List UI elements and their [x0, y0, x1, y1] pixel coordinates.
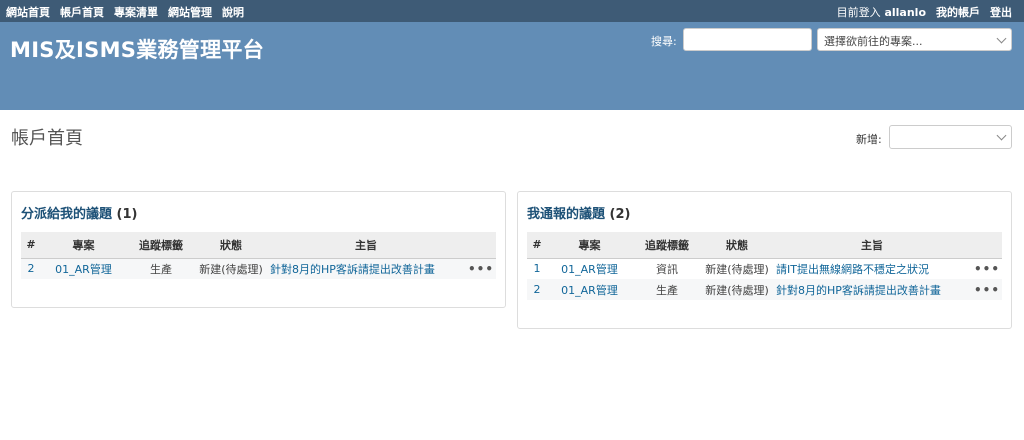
assigned-issues-table: # 專案 追蹤標籤 狀態 主旨 2 01_AR管理 生產 新建(待處理) 針對8…: [21, 232, 496, 279]
more-actions-icon[interactable]: •••: [972, 279, 1002, 300]
new-object-select[interactable]: [889, 125, 1012, 149]
reported-issues-box: 我通報的議題 (2) # 專案 追蹤標籤 狀態 主旨 1 01_AR管理 資訊 …: [517, 191, 1012, 329]
issue-status: 新建(待處理): [702, 279, 772, 300]
more-actions-icon[interactable]: •••: [466, 258, 496, 279]
issue-project[interactable]: 01_AR管理: [41, 258, 126, 279]
table-row: 1 01_AR管理 資訊 新建(待處理) 請IT提出無線網路不穩定之狀況 •••: [527, 258, 1002, 279]
menu-projects[interactable]: 專案清單: [114, 4, 158, 20]
col-header-id[interactable]: #: [527, 232, 547, 259]
issue-project[interactable]: 01_AR管理: [547, 279, 632, 300]
more-actions-icon[interactable]: •••: [972, 258, 1002, 279]
col-header-status[interactable]: 狀態: [196, 232, 266, 259]
issue-tracker: 生產: [632, 279, 702, 300]
issue-id[interactable]: 1: [527, 258, 547, 279]
col-header-id[interactable]: #: [21, 232, 41, 259]
logged-in-label: 目前登入: [836, 6, 881, 19]
project-jump-select[interactable]: 選擇欲前往的專案...: [817, 28, 1012, 51]
app-title: MIS及ISMS業務管理平台: [10, 38, 264, 62]
chevron-down-icon: [996, 33, 1007, 44]
col-header-actions: [466, 232, 496, 259]
header: MIS及ISMS業務管理平台 搜尋: 選擇欲前往的專案...: [0, 22, 1024, 110]
reported-issues-title[interactable]: 我通報的議題 (2): [527, 203, 630, 222]
page-title: 帳戶首頁: [11, 128, 83, 149]
assigned-issues-title-text[interactable]: 分派給我的議題: [21, 207, 112, 222]
col-header-subject[interactable]: 主旨: [772, 232, 972, 259]
issue-project[interactable]: 01_AR管理: [547, 258, 632, 279]
menu-my-page[interactable]: 帳戶首頁: [60, 4, 104, 20]
chevron-down-icon: [996, 130, 1007, 141]
logged-in-user[interactable]: allanlo: [884, 6, 926, 19]
top-menu-left: 網站首頁 帳戶首頁 專案清單 網站管理 說明: [6, 4, 244, 20]
assigned-issues-title[interactable]: 分派給我的議題 (1): [21, 203, 137, 222]
issue-id[interactable]: 2: [527, 279, 547, 300]
col-header-project[interactable]: 專案: [547, 232, 632, 259]
menu-home[interactable]: 網站首頁: [6, 4, 50, 20]
menu-help[interactable]: 說明: [222, 4, 244, 20]
issue-tracker: 資訊: [632, 258, 702, 279]
top-menu-right: 目前登入 allanlo 我的帳戶 登出: [837, 4, 1012, 20]
my-account-link[interactable]: 我的帳戶: [936, 4, 980, 20]
col-header-actions: [972, 232, 1002, 259]
table-header-row: # 專案 追蹤標籤 狀態 主旨: [21, 232, 496, 259]
logout-link[interactable]: 登出: [990, 4, 1012, 20]
project-jump-placeholder: 選擇欲前往的專案...: [824, 35, 923, 48]
logged-in-as: 目前登入 allanlo: [837, 4, 926, 20]
reported-issues-count: (2): [609, 207, 631, 222]
table-header-row: # 專案 追蹤標籤 狀態 主旨: [527, 232, 1002, 259]
reported-issues-title-text[interactable]: 我通報的議題: [527, 207, 605, 222]
issue-status: 新建(待處理): [196, 258, 266, 279]
issue-status: 新建(待處理): [702, 258, 772, 279]
top-menu: 網站首頁 帳戶首頁 專案清單 網站管理 說明 目前登入 allanlo 我的帳戶…: [0, 0, 1024, 22]
issue-subject[interactable]: 針對8月的HP客訴請提出改善計畫: [772, 279, 972, 300]
issue-id[interactable]: 2: [21, 258, 41, 279]
assigned-issues-box: 分派給我的議題 (1) # 專案 追蹤標籤 狀態 主旨 2 01_AR管理 生產…: [11, 191, 506, 308]
table-row: 2 01_AR管理 生產 新建(待處理) 針對8月的HP客訴請提出改善計畫 ••…: [527, 279, 1002, 300]
col-header-tracker[interactable]: 追蹤標籤: [126, 232, 196, 259]
reported-issues-table: # 專案 追蹤標籤 狀態 主旨 1 01_AR管理 資訊 新建(待處理) 請IT…: [527, 232, 1002, 300]
col-header-tracker[interactable]: 追蹤標籤: [632, 232, 702, 259]
new-label: 新增:: [856, 133, 882, 146]
assigned-issues-count: (1): [116, 207, 138, 222]
issue-subject[interactable]: 請IT提出無線網路不穩定之狀況: [772, 258, 972, 279]
table-row: 2 01_AR管理 生產 新建(待處理) 針對8月的HP客訴請提出改善計畫 ••…: [21, 258, 496, 279]
issue-tracker: 生產: [126, 258, 196, 279]
issue-subject[interactable]: 針對8月的HP客訴請提出改善計畫: [266, 258, 466, 279]
search-input[interactable]: [683, 28, 812, 51]
col-header-subject[interactable]: 主旨: [266, 232, 466, 259]
search-label: 搜尋:: [651, 35, 677, 48]
col-header-status[interactable]: 狀態: [702, 232, 772, 259]
col-header-project[interactable]: 專案: [41, 232, 126, 259]
menu-administration[interactable]: 網站管理: [168, 4, 212, 20]
